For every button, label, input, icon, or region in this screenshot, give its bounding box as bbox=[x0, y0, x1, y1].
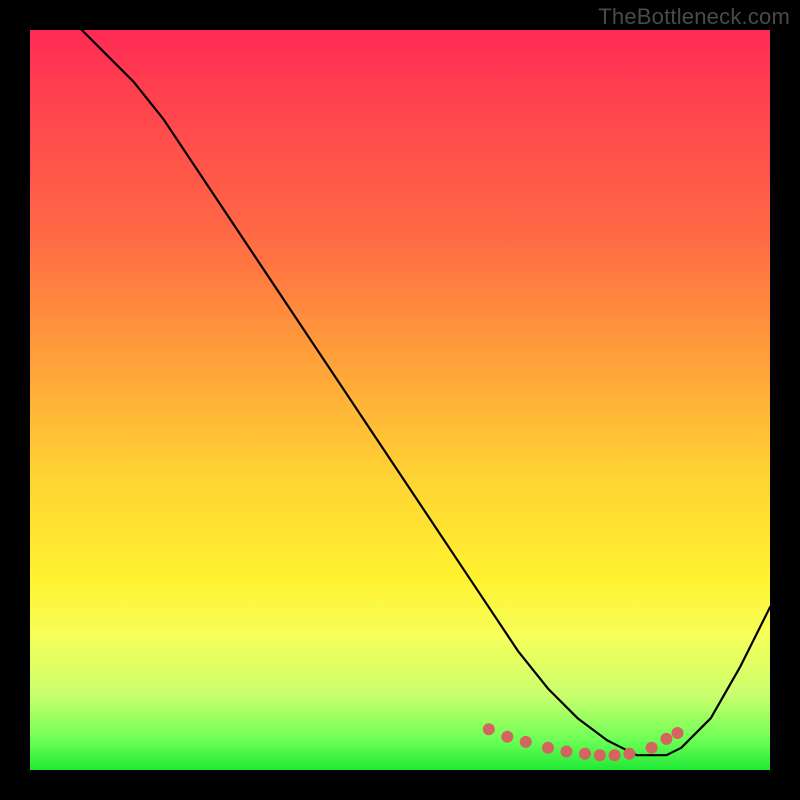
highlight-dot bbox=[579, 748, 591, 760]
highlight-dot bbox=[542, 742, 554, 754]
highlight-dot bbox=[594, 749, 606, 761]
highlight-dot bbox=[646, 742, 658, 754]
highlight-dot bbox=[561, 746, 573, 758]
bottleneck-curve bbox=[82, 30, 770, 755]
highlight-dot bbox=[483, 723, 495, 735]
highlight-dot bbox=[520, 736, 532, 748]
highlight-dot bbox=[623, 748, 635, 760]
plot-area bbox=[30, 30, 770, 770]
highlight-dot bbox=[609, 749, 621, 761]
chart-frame: TheBottleneck.com bbox=[0, 0, 800, 800]
chart-svg bbox=[30, 30, 770, 770]
highlight-dot bbox=[501, 731, 513, 743]
highlight-dot bbox=[660, 733, 672, 745]
highlight-dot bbox=[672, 727, 684, 739]
watermark-text: TheBottleneck.com bbox=[598, 4, 790, 30]
